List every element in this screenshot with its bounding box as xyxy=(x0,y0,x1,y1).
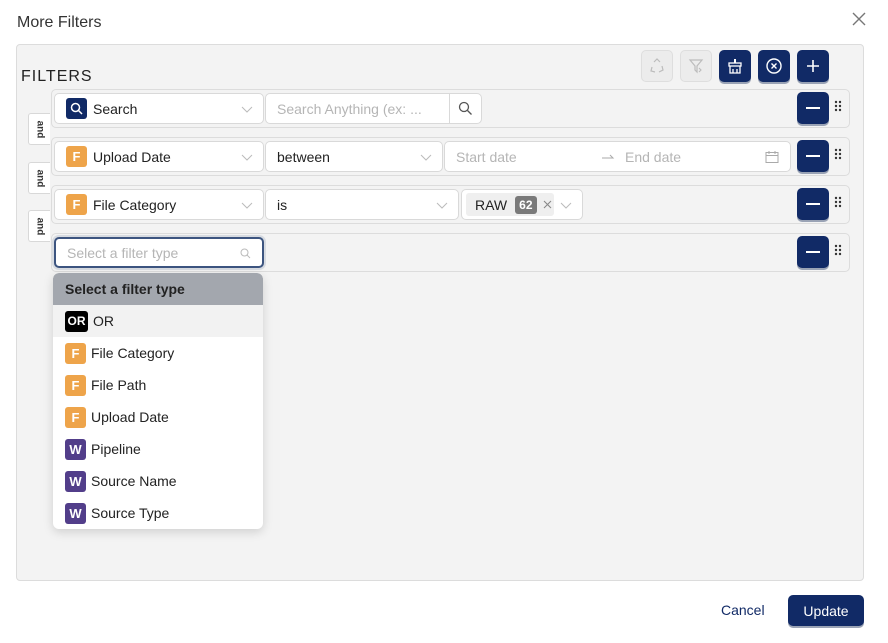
search-input[interactable]: Search Anything (ex: ... xyxy=(265,93,482,124)
w-badge-icon: W xyxy=(65,438,86,460)
chevron-down-icon xyxy=(241,106,253,113)
clean-button[interactable] xyxy=(719,50,751,82)
w-badge-icon: W xyxy=(65,502,86,524)
filter-row-upload-date: F Upload Date between Start date End dat… xyxy=(51,137,850,176)
dropdown-header: Select a filter type xyxy=(53,273,263,305)
or-badge-icon: OR xyxy=(65,310,88,332)
filter-row-search: Search Search Anything (ex: ... xyxy=(51,89,850,128)
and-connector[interactable]: and xyxy=(28,162,50,194)
dropdown-item-or[interactable]: OR OR xyxy=(53,305,263,337)
field-badge-icon: F xyxy=(66,194,87,215)
remove-row-button[interactable] xyxy=(797,188,829,220)
f-badge-icon: F xyxy=(65,342,86,364)
drag-handle-icon[interactable] xyxy=(834,148,842,164)
search-badge-icon xyxy=(66,98,87,119)
calendar-icon xyxy=(765,151,779,163)
and-connector[interactable]: and xyxy=(28,210,50,242)
and-connector[interactable]: and xyxy=(28,113,50,145)
search-icon xyxy=(240,248,251,259)
drag-handle-icon[interactable] xyxy=(834,244,842,260)
search-icon xyxy=(458,101,472,115)
dropdown-item-source-type[interactable]: W Source Type xyxy=(53,497,263,529)
w-badge-icon: W xyxy=(65,470,86,492)
broom-icon xyxy=(728,59,742,74)
cancel-button[interactable]: Cancel xyxy=(721,602,765,618)
tag-count-badge: 62 xyxy=(515,195,537,214)
operator-value: between xyxy=(277,148,330,165)
remove-row-button[interactable] xyxy=(797,92,829,124)
f-badge-icon: F xyxy=(65,406,86,428)
dropdown-item-file-path[interactable]: F File Path xyxy=(53,369,263,401)
filter-row-file-category: F File Category is RAW 62 xyxy=(51,185,850,224)
field-value: Upload Date xyxy=(93,148,171,165)
dropdown-item-source-name[interactable]: W Source Name xyxy=(53,465,263,497)
drag-handle-icon[interactable] xyxy=(834,196,842,212)
operator-value: is xyxy=(277,196,288,213)
search-button[interactable] xyxy=(449,94,481,123)
dropdown-item-file-category[interactable]: F File Category xyxy=(53,337,263,369)
field-badge-icon: F xyxy=(66,146,87,167)
recycle-button[interactable] xyxy=(641,50,673,82)
reset-button[interactable] xyxy=(758,50,790,82)
update-button[interactable]: Update xyxy=(788,595,864,626)
add-filter-button[interactable] xyxy=(797,50,829,82)
date-range-picker[interactable]: Start date End date xyxy=(444,141,791,172)
filter-row-new: Select a filter type xyxy=(51,233,850,272)
end-date-input[interactable]: End date xyxy=(625,149,681,165)
remove-row-button[interactable] xyxy=(797,236,829,268)
field-select[interactable]: Search xyxy=(54,93,264,124)
close-icon[interactable] xyxy=(850,10,868,28)
drag-handle-icon[interactable] xyxy=(834,100,842,116)
operator-select[interactable]: between xyxy=(265,141,443,172)
remove-row-button[interactable] xyxy=(797,140,829,172)
filter-clear-icon xyxy=(688,59,704,74)
minus-icon xyxy=(806,203,820,205)
chevron-down-icon xyxy=(436,202,448,209)
filters-heading: FILTERS xyxy=(21,68,93,85)
f-badge-icon: F xyxy=(65,374,86,396)
dropdown-item-upload-date[interactable]: F Upload Date xyxy=(53,401,263,433)
arrow-right-icon xyxy=(602,154,615,158)
minus-icon xyxy=(806,107,820,109)
plus-icon xyxy=(807,60,819,72)
operator-select[interactable]: is xyxy=(265,189,459,220)
field-value: File Category xyxy=(93,196,177,213)
value-tag: RAW 62 xyxy=(466,193,554,216)
recycle-icon xyxy=(650,58,664,73)
minus-icon xyxy=(806,155,820,157)
dialog-title: More Filters xyxy=(17,14,102,31)
filter-type-input[interactable]: Select a filter type xyxy=(54,237,264,268)
circle-x-icon xyxy=(766,58,782,74)
start-date-input[interactable]: Start date xyxy=(456,149,601,165)
chevron-down-icon xyxy=(241,154,253,161)
field-select[interactable]: F Upload Date xyxy=(54,141,264,172)
minus-icon xyxy=(806,251,820,253)
tag-remove-icon[interactable] xyxy=(543,200,552,209)
chevron-down-icon xyxy=(560,202,572,209)
clear-filter-button[interactable] xyxy=(680,50,712,82)
field-value: Search xyxy=(93,100,138,117)
field-select[interactable]: F File Category xyxy=(54,189,264,220)
chevron-down-icon xyxy=(420,154,432,161)
chevron-down-icon xyxy=(241,202,253,209)
filter-type-dropdown: Select a filter type OR OR F File Catego… xyxy=(53,273,263,529)
dropdown-item-pipeline[interactable]: W Pipeline xyxy=(53,433,263,465)
value-multiselect[interactable]: RAW 62 xyxy=(461,189,583,220)
